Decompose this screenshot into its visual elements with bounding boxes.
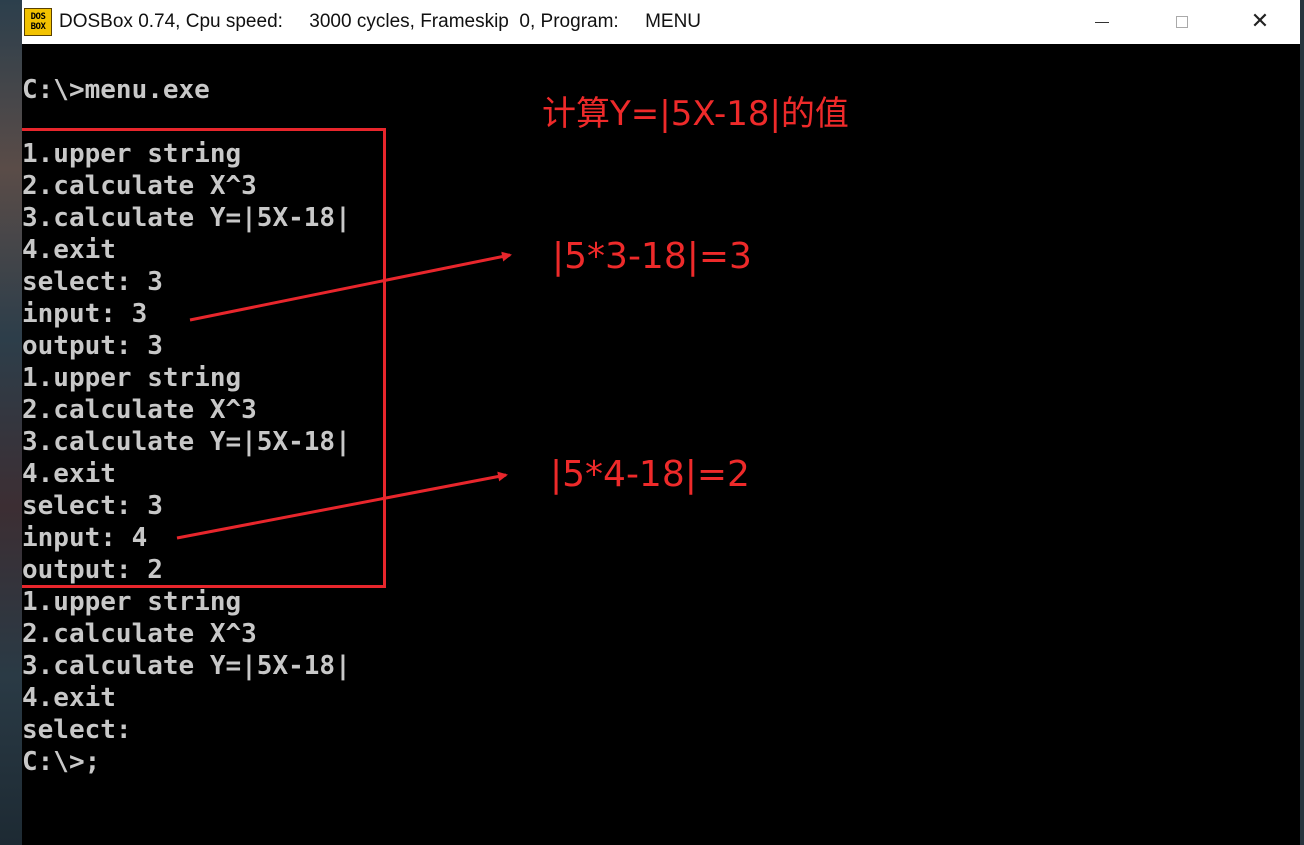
terminal-screen[interactable]: C:\>menu.exe 1.upper string 2.calculate … [22, 44, 1300, 845]
annotation-arrow-2 [176, 471, 508, 540]
minimize-button[interactable] [1062, 0, 1142, 44]
maximize-icon [1176, 16, 1188, 28]
desktop-wallpaper-edge [1300, 0, 1304, 845]
maximize-button[interactable] [1142, 0, 1222, 44]
dosbox-app-icon[interactable]: DOS BOX [24, 8, 52, 36]
icon-text-bottom: BOX [30, 22, 46, 32]
close-button[interactable]: ✕ [1220, 0, 1300, 44]
annotation-arrow-1 [189, 251, 512, 322]
dosbox-window[interactable]: DOS BOX DOSBox 0.74, Cpu speed: 3000 cyc… [22, 0, 1300, 845]
close-icon: ✕ [1250, 9, 1270, 34]
minimize-icon [1095, 21, 1109, 23]
title-bar[interactable]: DOS BOX DOSBox 0.74, Cpu speed: 3000 cyc… [22, 0, 1300, 44]
window-title: DOSBox 0.74, Cpu speed: 3000 cycles, Fra… [59, 11, 702, 32]
icon-text-top: DOS [30, 12, 46, 22]
annotation-arrows [176, 251, 512, 540]
desktop-wallpaper [0, 0, 22, 845]
